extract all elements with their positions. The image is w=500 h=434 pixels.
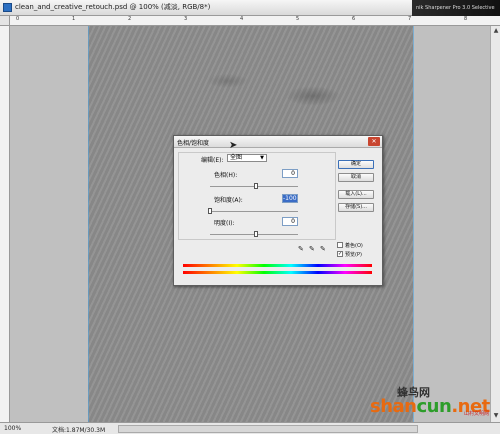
ruler-label: 2: [128, 16, 132, 22]
vertical-ruler[interactable]: [0, 26, 10, 422]
scroll-up-icon[interactable]: ▲: [492, 27, 500, 35]
horizontal-scrollbar[interactable]: [118, 425, 418, 433]
save-button[interactable]: 存储(S)...: [338, 203, 374, 212]
lightness-input[interactable]: 0: [282, 217, 298, 226]
photoshop-app-icon: [3, 3, 12, 12]
ruler-origin[interactable]: [0, 16, 10, 26]
vertical-scrollbar[interactable]: ▲ ▼: [490, 26, 500, 422]
document-title: clean_and_creative_retouch.psd @ 100% (减…: [15, 3, 211, 11]
chevron-down-icon: ▼: [260, 155, 264, 161]
hue-input[interactable]: 0: [282, 169, 298, 178]
photoshop-document-window: clean_and_creative_retouch.psd @ 100% (减…: [0, 0, 500, 434]
adjustment-panel: [178, 152, 336, 240]
dialog-titlebar[interactable]: 色相/饱和度 ✕: [174, 136, 382, 148]
ok-button[interactable]: 确定: [338, 160, 374, 169]
saturation-input[interactable]: -100: [282, 194, 298, 203]
saturation-slider-thumb[interactable]: [208, 208, 212, 214]
mouse-cursor-icon: ➤: [229, 140, 238, 151]
edit-range-select[interactable]: 全图 ▼: [227, 154, 267, 162]
document-size: 文档:1.87M/30.3M: [52, 427, 106, 434]
eyedropper-icon[interactable]: ✎: [298, 246, 305, 253]
guide-line[interactable]: [88, 26, 89, 422]
watermark-com: 山村文明网: [464, 411, 490, 417]
lightness-slider-thumb[interactable]: [254, 231, 258, 237]
document-titlebar: clean_and_creative_retouch.psd @ 100% (减…: [0, 0, 500, 16]
ruler-label: 5: [296, 16, 300, 22]
edit-label: 编辑(E):: [201, 157, 224, 164]
colorize-label: 着色(O): [345, 243, 363, 249]
status-bar: 100% 文档:1.87M/30.3M: [0, 422, 500, 434]
site-watermark: 蜂鸟网 shancun.net 山村文明网: [370, 384, 495, 422]
lightness-label: 明度(I):: [214, 220, 235, 227]
close-icon[interactable]: ✕: [368, 137, 380, 146]
load-button[interactable]: 载入(L)...: [338, 190, 374, 199]
ruler-label: 8: [464, 16, 468, 22]
ruler-label: 1: [72, 16, 76, 22]
hue-label: 色相(H):: [214, 172, 238, 179]
eyedropper-plus-icon[interactable]: ✎: [309, 246, 316, 253]
input-color-bar: [183, 264, 372, 267]
saturation-label: 饱和度(A):: [214, 197, 243, 204]
ruler-label: 3: [184, 16, 188, 22]
dialog-title: 色相/饱和度: [177, 140, 210, 147]
ruler-label: 6: [352, 16, 356, 22]
eyedropper-minus-icon[interactable]: ✎: [320, 246, 327, 253]
ruler-label: 7: [408, 16, 412, 22]
saturation-slider-track[interactable]: [210, 211, 298, 212]
ruler-label: 0: [16, 16, 20, 22]
horizontal-ruler[interactable]: 0 1 2 3 4 5 6 7 8: [10, 16, 500, 26]
zoom-level[interactable]: 100%: [4, 425, 21, 432]
watermark-en-b: cun: [416, 396, 452, 417]
preview-checkbox[interactable]: ✓: [337, 251, 343, 257]
hue-slider-thumb[interactable]: [254, 183, 258, 189]
colorize-checkbox[interactable]: [337, 242, 343, 248]
watermark-en-a: shan: [370, 396, 417, 417]
guide-line[interactable]: [413, 26, 414, 422]
cancel-button[interactable]: 取消: [338, 173, 374, 182]
output-color-bar: [183, 271, 372, 274]
preview-label: 预览(P): [345, 252, 362, 258]
ruler-label: 4: [240, 16, 244, 22]
hue-saturation-dialog: 色相/饱和度 ✕ 编辑(E): 全图 ▼ 色相(H): 0 饱和度(A): -1…: [173, 135, 383, 286]
edit-range-value: 全图: [230, 154, 243, 161]
plugin-banner: nik Sharpener Pro 3.0 Selective: [412, 0, 500, 16]
